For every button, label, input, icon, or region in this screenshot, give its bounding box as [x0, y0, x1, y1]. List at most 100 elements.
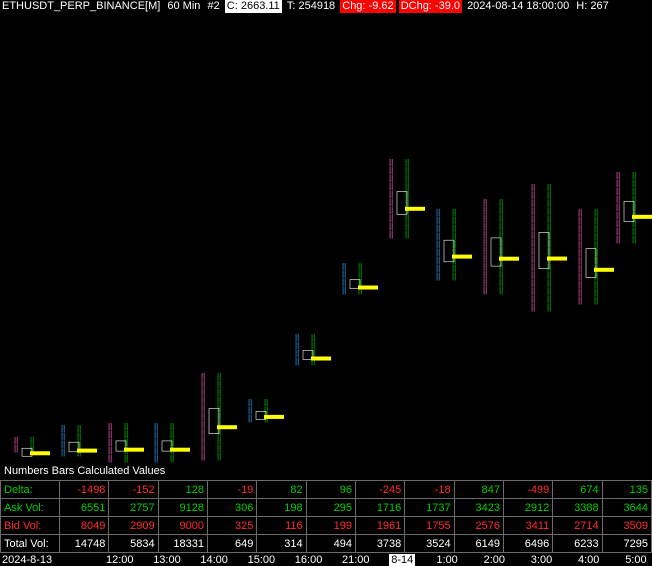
poc-marker [405, 206, 425, 211]
stats-cell: 674 [552, 480, 603, 499]
svg-text:||: || [405, 230, 409, 239]
number-bar: |||||||||||||||||||| [108, 422, 144, 463]
number-bar: ||||||||||||||||||||||||||||||||||||||||… [578, 208, 614, 305]
stats-cell: 3388 [552, 498, 603, 517]
stats-cell: 1755 [404, 516, 455, 535]
time-axis-tick: 21:00 [342, 554, 370, 566]
poc-marker [499, 256, 519, 261]
time-axis-tick: 8-14 [389, 554, 416, 566]
stats-cell: 3644 [601, 498, 652, 517]
stats-cell: 306 [206, 498, 258, 517]
svg-text:||: || [547, 303, 551, 312]
symbol-label: ETHUSDT_PERP_BINANCE[M] [2, 0, 161, 12]
high-label: H: 267 [576, 0, 609, 12]
svg-text:||: || [108, 454, 112, 463]
stats-cell: -152 [108, 480, 159, 499]
stats-cell: 2714 [552, 516, 603, 535]
stats-cell: 96 [305, 480, 356, 499]
stats-cell: 3738 [354, 534, 406, 553]
stats-cell: 649 [206, 534, 258, 553]
number-bar: |||||||||||||||| [295, 333, 331, 366]
poc-marker [632, 214, 652, 219]
poc-marker [311, 356, 331, 361]
number-bar: |||||||||||||||||||| [154, 422, 190, 463]
number-bar: ||||||||||||||||||||||||||||||||||||||||… [531, 183, 567, 312]
svg-text:||: || [616, 235, 620, 244]
stats-cell: 7295 [601, 534, 652, 553]
stats-cell: 6551 [58, 498, 110, 517]
time-axis-tick: 12:00 [106, 554, 134, 566]
number-bar: |||||||||||||||| [61, 424, 97, 457]
svg-text:||: || [295, 357, 299, 366]
number-bar: |||||||||||||||||||||||||||||||||||| [436, 208, 472, 281]
time-axis-tick: 15:00 [247, 554, 276, 566]
svg-text:||: || [436, 272, 440, 281]
stats-cell: -245 [354, 480, 406, 499]
poc-marker [77, 448, 97, 453]
poc-marker [170, 447, 190, 452]
stats-cell: -1498 [58, 480, 110, 499]
daily-change-box: DChg: -39.0 [398, 0, 462, 13]
stats-cell: 6233 [552, 534, 603, 553]
poc-marker [217, 425, 237, 430]
time-axis-tick: 13:00 [153, 554, 181, 566]
stats-cell: 6149 [453, 534, 504, 553]
svg-text:||: || [389, 230, 393, 239]
panel-title: Numbers Bars Calculated Values [4, 465, 166, 477]
svg-text:||: || [201, 452, 205, 461]
number-bars-chart[interactable]: || |||| |||| |||| |||| |||||| |||| |||| |||||| ||… [0, 13, 652, 465]
poc-marker [452, 254, 472, 259]
stats-cell: 2909 [108, 516, 159, 535]
svg-text:||: || [342, 286, 346, 295]
stats-cell: 295 [305, 498, 356, 517]
stats-cell: 3524 [404, 534, 455, 553]
stats-cell: -18 [404, 480, 455, 499]
number-bar: |||||||||||||||||||||||||||||||||||||||| [389, 158, 425, 239]
time-axis-tick: 2:00 [483, 554, 506, 566]
number-bar: |||||||||||||||| [342, 262, 378, 295]
svg-text:||: || [632, 235, 636, 244]
stats-cell: 494 [305, 534, 356, 553]
svg-text:||: || [170, 454, 174, 463]
svg-text:||: || [14, 444, 18, 453]
poc-marker [264, 414, 284, 419]
stats-cell: 9000 [157, 516, 208, 535]
stats-cell: 14748 [58, 534, 110, 553]
svg-text:||: || [124, 454, 128, 463]
calculated-values-table: Delta: -1498 -152 128 -19 82 96 -245 -18 847 -499 6… [0, 480, 652, 553]
number-bar: ||||||||||||||||||||||||||||||||||||||||… [201, 372, 237, 461]
stats-cell: 1716 [354, 498, 406, 517]
close-price-box: C: 2663.11 [224, 0, 282, 13]
stats-cell: 3509 [601, 516, 652, 535]
stats-cell: 9128 [157, 498, 208, 517]
svg-text:||: || [594, 296, 598, 305]
stats-cell: 1737 [404, 498, 455, 517]
stats-cell: 325 [206, 516, 258, 535]
svg-text:||: || [217, 452, 221, 461]
number-bar: ||||||||||||||||||||||||||||||||||||||||… [483, 198, 519, 295]
stats-cell: 116 [256, 516, 307, 535]
stats-row-label: Ask Vol: [0, 498, 60, 517]
time-axis[interactable]: 2024-8-13 12:00 13:00 14:00 15:00 16:00 21:00 8… [0, 554, 652, 566]
stats-cell: 3411 [502, 516, 554, 535]
interval-label: 60 Min [167, 0, 201, 12]
svg-text:||: || [61, 448, 65, 457]
stats-row: Bid Vol: 8049 2909 9000 325 116 199 1961 1755 257… [0, 516, 652, 535]
trades-label: T: 254918 [286, 0, 336, 12]
poc-marker [358, 285, 378, 290]
stats-cell: -19 [206, 480, 258, 499]
stats-cell: 82 [256, 480, 307, 499]
stats-row-label: Delta: [0, 480, 60, 499]
stats-cell: 199 [305, 516, 356, 535]
poc-marker [547, 256, 567, 261]
chart-header: ETHUSDT_PERP_BINANCE[M] 60 Min #2 C: 266… [0, 0, 652, 13]
stats-row: Ask Vol: 6551 2757 9128 306 198 295 1716 1737 342… [0, 498, 652, 517]
svg-text:||: || [499, 286, 503, 295]
stats-cell: 18331 [157, 534, 208, 553]
time-axis-tick: 16:00 [294, 554, 323, 566]
time-axis-tick: 3:00 [530, 554, 553, 566]
stats-cell: -499 [502, 480, 554, 499]
datetime-label: 2024-08-14 18:00:00 [467, 0, 570, 12]
number-bar: |||||||||||| [248, 398, 284, 423]
stats-cell: 8049 [58, 516, 110, 535]
